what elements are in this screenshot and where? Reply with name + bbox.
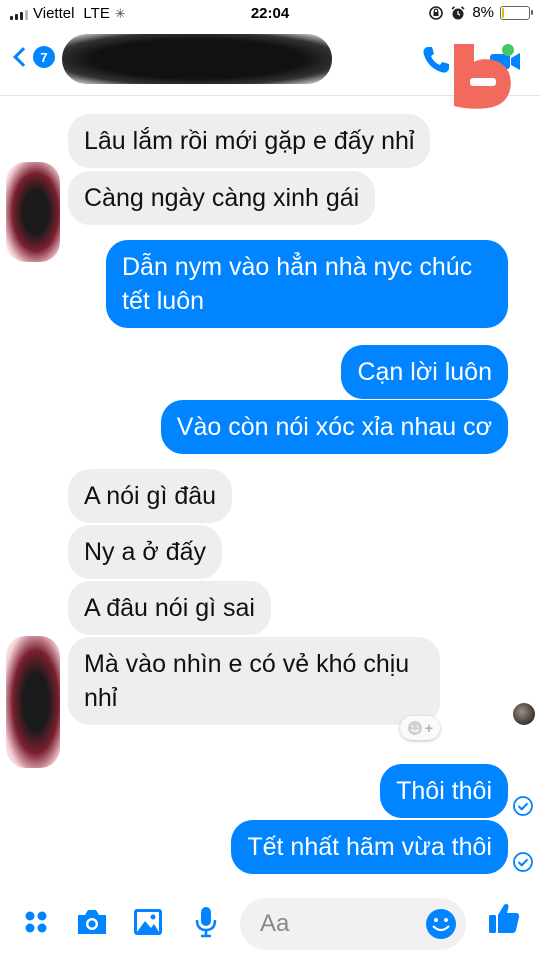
status-bar: Viettel LTE ✳ 22:04 8% — [0, 0, 540, 28]
message-input[interactable] — [240, 898, 410, 950]
phone-icon[interactable] — [420, 44, 452, 76]
message-incoming[interactable]: A nói gì đâu — [68, 469, 233, 523]
microphone-icon — [195, 907, 217, 938]
message-incoming[interactable]: Lâu lắm rồi mới gặp e đấy nhỉ — [68, 114, 431, 168]
back-chevron-icon — [13, 47, 33, 67]
read-receipt-avatar — [513, 703, 535, 725]
redacted-contact-name[interactable] — [62, 34, 332, 84]
message-outgoing[interactable]: Dẫn nym vào hẳn nhà nyc chúc tết luôn — [106, 240, 508, 328]
delivered-check-icon — [513, 796, 533, 816]
redacted-avatar — [6, 636, 60, 768]
camera-button[interactable] — [74, 904, 110, 940]
message-input-box[interactable] — [240, 898, 466, 950]
add-reaction-button[interactable]: + — [400, 716, 440, 740]
more-actions-button[interactable] — [18, 904, 54, 940]
message-outgoing[interactable]: Tết nhất hãm vừa thôi — [231, 820, 508, 874]
battery-percent: 8% — [472, 4, 494, 21]
emoji-icon[interactable] — [424, 907, 458, 941]
menu-dots-icon — [25, 911, 47, 933]
smiley-icon — [407, 721, 422, 735]
camera-icon — [78, 910, 106, 934]
gallery-button[interactable] — [130, 904, 166, 940]
unread-count-badge: 7 — [33, 46, 55, 68]
thumbs-up-icon — [489, 903, 520, 933]
orientation-lock-icon — [429, 5, 444, 20]
delivered-check-icon — [513, 852, 533, 872]
message-outgoing[interactable]: Thôi thôi — [380, 764, 508, 818]
composer-bar — [0, 890, 540, 960]
message-incoming[interactable]: Ny a ở đấy — [68, 525, 222, 579]
message-incoming[interactable]: Mà vào nhìn e có vẻ khó chịu nhỉ — [68, 637, 440, 725]
message-outgoing[interactable]: Cạn lời luôn — [341, 345, 508, 399]
alarm-icon — [451, 5, 465, 19]
status-right: 8% — [428, 4, 533, 21]
message-outgoing[interactable]: Vào còn nói xóc xỉa nhau cơ — [160, 400, 508, 454]
like-button[interactable] — [486, 900, 522, 936]
image-icon — [134, 909, 162, 935]
battery-level — [502, 7, 505, 18]
redacted-avatar — [6, 162, 60, 262]
back-button[interactable]: 7 — [10, 46, 55, 68]
message-incoming[interactable]: A đâu nói gì sai — [68, 581, 271, 635]
battery-icon — [500, 5, 533, 20]
message-incoming[interactable]: Càng ngày càng xinh gái — [68, 171, 376, 225]
message-list[interactable]: Lâu lắm rồi mới gặp e đấy nhỉ Càng ngày … — [0, 96, 540, 890]
plus-icon: + — [424, 720, 434, 736]
voice-button[interactable] — [188, 904, 224, 940]
